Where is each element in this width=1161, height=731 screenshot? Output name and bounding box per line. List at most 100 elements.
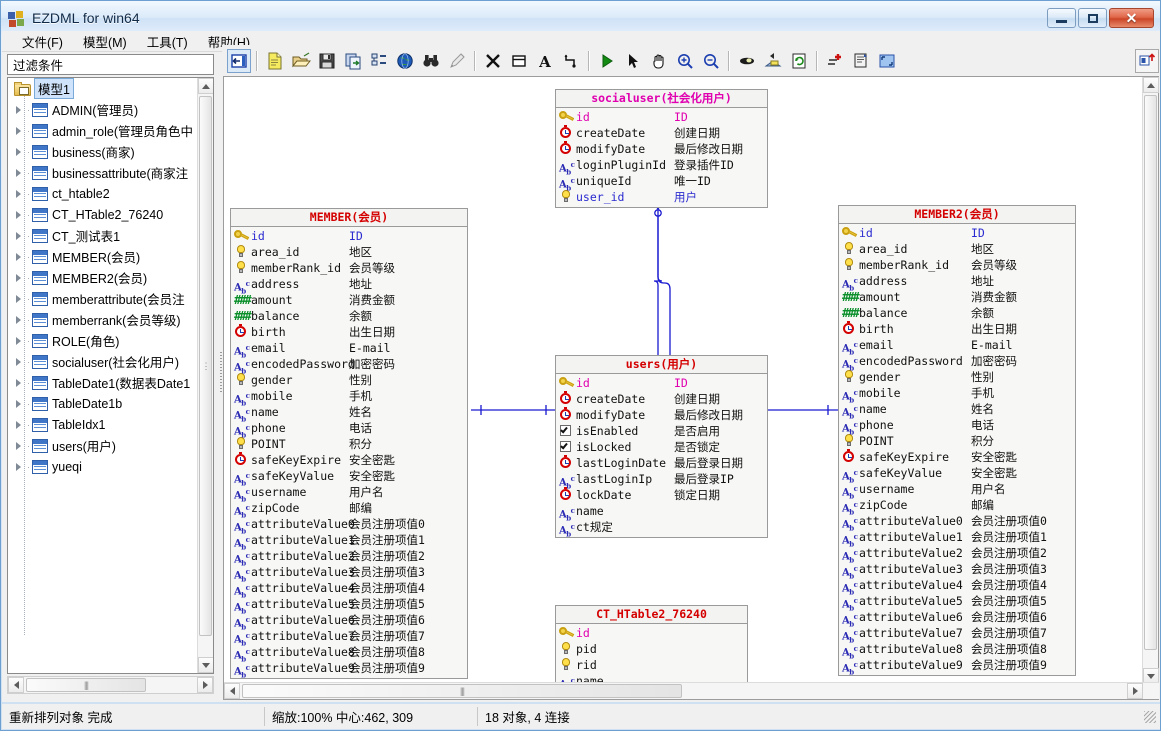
er-field-row[interactable]: Abc attributeValue5 会员注册项值5 [839, 593, 1075, 612]
er-table-socialuser[interactable]: socialuser(社会化用户) id ID createDate 创建日期 modif… [555, 89, 768, 208]
er-field-row[interactable]: Abc uniqueId 唯一ID [556, 173, 767, 192]
er-field-row[interactable]: Abc ct规定 [556, 519, 767, 538]
tree-item-tableidx1[interactable]: · TableIdx1 [8, 414, 198, 435]
tree-item-memberrank[interactable]: · memberrank(会员等级) [8, 309, 198, 330]
text-button[interactable]: A [533, 49, 557, 73]
dock-window-button[interactable] [1135, 48, 1159, 73]
menu-file[interactable]: 文件(F) [12, 30, 73, 53]
er-field-row[interactable]: Abc attributeValue4 会员注册项值4 [839, 577, 1075, 596]
er-field-row[interactable]: id ID [231, 228, 467, 244]
fit-screen-button[interactable] [875, 49, 899, 73]
tree-item-ct-htable2[interactable]: · ct_htable2 [8, 183, 198, 204]
diagram-canvas[interactable]: socialuser(社会化用户) id ID createDate 创建日期 modif… [224, 77, 1143, 684]
tree-item-member2[interactable]: · MEMBER2(会员) [8, 267, 198, 288]
refresh-script-button[interactable] [787, 49, 811, 73]
expander-icon[interactable] [12, 104, 24, 116]
er-field-row[interactable]: Abc name 姓名 [839, 401, 1075, 420]
er-field-row[interactable]: user_id 用户 [556, 189, 767, 205]
er-field-row[interactable]: memberRank_id 会员等级 [231, 260, 467, 276]
expander-icon[interactable] [12, 419, 24, 431]
er-field-row[interactable]: gender 性别 [839, 369, 1075, 385]
er-field-row[interactable]: Abc attributeValue1 会员注册项值1 [231, 532, 467, 551]
er-field-row[interactable]: id ID [556, 375, 767, 391]
canvas-scroll-left-button[interactable] [224, 683, 240, 699]
er-field-row[interactable]: modifyDate 最后修改日期 [556, 141, 767, 157]
expander-icon[interactable] [12, 188, 24, 200]
maximize-button[interactable] [1078, 8, 1107, 28]
er-field-row[interactable]: Abc lastLoginIp 最后登录IP [556, 471, 767, 490]
zoom-in-button[interactable] [673, 49, 697, 73]
er-field-row[interactable]: Abc attributeValue9 会员注册项值9 [231, 660, 467, 679]
canvas-hscroll-thumb[interactable]: ||| [242, 684, 682, 698]
er-field-row[interactable]: Abc zipCode 邮编 [839, 497, 1075, 516]
er-field-row[interactable]: id [556, 625, 747, 641]
zoom-out-button[interactable] [699, 49, 723, 73]
er-field-row[interactable]: memberRank_id 会员等级 [839, 257, 1075, 273]
tree-hscroll-thumb[interactable]: ||| [26, 678, 146, 692]
canvas-vscroll-thumb[interactable] [1144, 95, 1157, 650]
save-button[interactable] [315, 49, 339, 73]
edit-button[interactable] [445, 49, 469, 73]
expander-icon[interactable] [12, 209, 24, 221]
er-field-row[interactable]: Abc attributeValue3 会员注册项值3 [839, 561, 1075, 580]
tree-item-business[interactable]: · business(商家) [8, 141, 198, 162]
er-field-row[interactable]: Abc address 地址 [839, 273, 1075, 292]
er-field-row[interactable]: Abc attributeValue3 会员注册项值3 [231, 564, 467, 583]
expander-icon[interactable] [12, 146, 24, 158]
er-field-row[interactable]: birth 出生日期 [231, 324, 467, 340]
minimize-button[interactable] [1047, 8, 1076, 28]
er-field-row[interactable]: Abc mobile 手机 [231, 388, 467, 407]
expander-icon[interactable] [12, 398, 24, 410]
er-field-row[interactable]: ### amount 消费金额 [231, 292, 467, 308]
er-table-member[interactable]: MEMBER(会员) id ID area_id 地区 memberRank_id 会员等级… [230, 208, 468, 679]
tree-vertical-scrollbar[interactable]: ⋮ [197, 78, 213, 673]
er-field-row[interactable]: isLocked 是否锁定 [556, 439, 767, 455]
new-table-button[interactable] [507, 49, 531, 73]
er-field-row[interactable]: safeKeyExpire 安全密匙 [839, 449, 1075, 465]
expander-icon[interactable] [12, 251, 24, 263]
relation-button[interactable] [559, 49, 583, 73]
er-field-row[interactable]: lockDate 锁定日期 [556, 487, 767, 503]
expander-icon[interactable] [12, 293, 24, 305]
tree-item-role[interactable]: · ROLE(角色) [8, 330, 198, 351]
er-field-row[interactable]: createDate 创建日期 [556, 391, 767, 407]
resize-grip-icon[interactable] [1144, 710, 1156, 723]
er-table-users[interactable]: users(用户) id ID createDate 创建日期 modifyDate 最后修… [555, 355, 768, 538]
tree-item-member[interactable]: · MEMBER(会员) [8, 246, 198, 267]
canvas-horizontal-scrollbar[interactable]: ||| [224, 682, 1159, 699]
expander-icon[interactable] [12, 377, 24, 389]
er-field-row[interactable]: lastLoginDate 最后登录日期 [556, 455, 767, 471]
tree-item-ct-test1[interactable]: · CT_测试表1 [8, 225, 198, 246]
er-field-row[interactable]: Abc encodedPassword 加密密码 [839, 353, 1075, 372]
new-button[interactable] [263, 49, 287, 73]
er-field-row[interactable]: Abc attributeValue2 会员注册项值2 [839, 545, 1075, 564]
er-field-row[interactable]: Abc attributeValue8 会员注册项值8 [839, 641, 1075, 660]
er-field-row[interactable]: Abc attributeValue6 会员注册项值6 [231, 612, 467, 631]
menu-model[interactable]: 模型(M) [73, 30, 137, 53]
er-field-row[interactable]: ### balance 余额 [839, 305, 1075, 321]
er-field-row[interactable]: Abc email E-mail [231, 340, 467, 359]
er-field-row[interactable]: pid [556, 641, 747, 657]
er-field-row[interactable]: area_id 地区 [231, 244, 467, 260]
tree-scroll-thumb[interactable]: ⋮ [199, 96, 212, 636]
er-field-row[interactable]: modifyDate 最后修改日期 [556, 407, 767, 423]
expander-icon[interactable] [12, 335, 24, 347]
er-table-ct_htable2_76240[interactable]: CT_HTable2_76240idpidridAbcname [555, 605, 748, 684]
er-field-row[interactable]: Abc attributeValue9 会员注册项值9 [839, 657, 1075, 676]
object-tree[interactable]: 模型1 · ADMIN(管理员) · admin_role(管理员角色中 · b… [7, 77, 214, 674]
filter-input[interactable]: 过滤条件 [7, 54, 214, 75]
er-field-row[interactable]: Abc attributeValue0 会员注册项值0 [839, 513, 1075, 532]
tree-item-model-root[interactable]: 模型1 [8, 78, 198, 99]
find-button[interactable] [419, 49, 443, 73]
import-button[interactable] [761, 49, 785, 73]
tree-item-tabledate1[interactable]: · TableDate1(数据表Date1 [8, 372, 198, 393]
open-button[interactable] [289, 49, 313, 73]
er-field-row[interactable]: Abc loginPluginId 登录插件ID [556, 157, 767, 176]
er-field-row[interactable]: Abc attributeValue0 会员注册项值0 [231, 516, 467, 535]
globe-button[interactable] [393, 49, 417, 73]
select-tool-button[interactable] [621, 49, 645, 73]
scroll-up-button[interactable] [198, 78, 213, 94]
pan-tool-button[interactable] [647, 49, 671, 73]
er-field-row[interactable]: Abc mobile 手机 [839, 385, 1075, 404]
er-field-row[interactable]: Abc email E-mail [839, 337, 1075, 356]
